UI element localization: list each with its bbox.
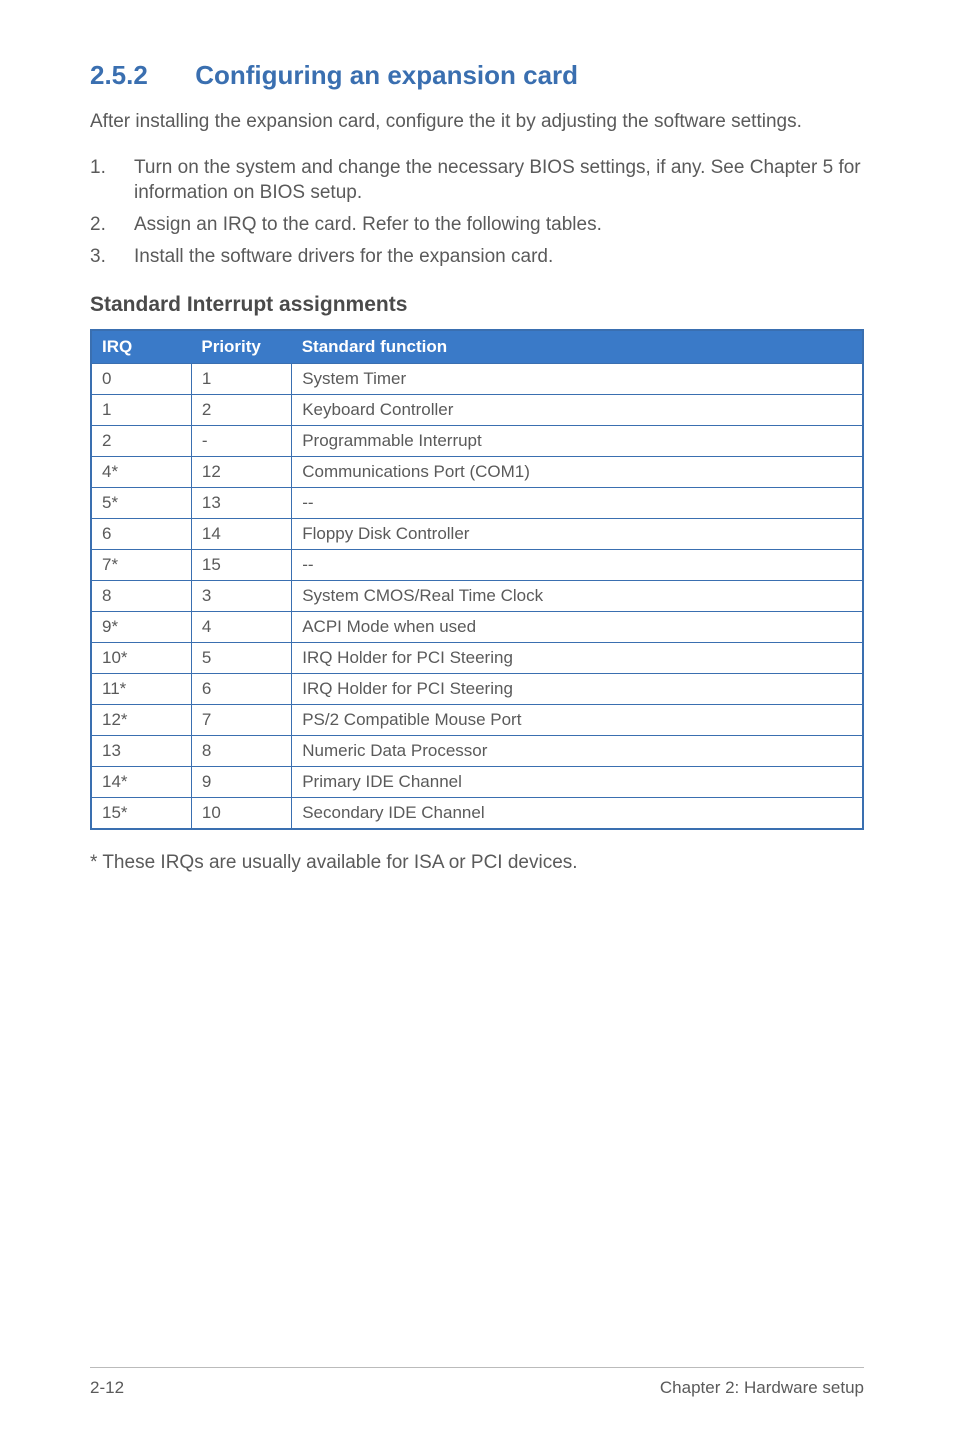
footer-page-number: 2-12 xyxy=(90,1378,124,1398)
header-priority: Priority xyxy=(191,330,291,364)
steps-list: 1. Turn on the system and change the nec… xyxy=(90,155,864,270)
step-item: 1. Turn on the system and change the nec… xyxy=(90,155,864,206)
step-text: Turn on the system and change the necess… xyxy=(134,155,864,206)
table-row: 4*12Communications Port (COM1) xyxy=(91,457,863,488)
table-row: 01System Timer xyxy=(91,364,863,395)
cell-func: -- xyxy=(292,550,863,581)
table-header-row: IRQ Priority Standard function xyxy=(91,330,863,364)
cell-irq: 11* xyxy=(91,674,191,705)
cell-irq: 8 xyxy=(91,581,191,612)
cell-irq: 13 xyxy=(91,736,191,767)
irq-table: IRQ Priority Standard function 01System … xyxy=(90,329,864,830)
cell-irq: 12* xyxy=(91,705,191,736)
cell-priority: 2 xyxy=(191,395,291,426)
cell-irq: 5* xyxy=(91,488,191,519)
table-body: 01System Timer12Keyboard Controller2-Pro… xyxy=(91,364,863,830)
cell-irq: 0 xyxy=(91,364,191,395)
cell-irq: 7* xyxy=(91,550,191,581)
cell-priority: 1 xyxy=(191,364,291,395)
cell-priority: - xyxy=(191,426,291,457)
header-function: Standard function xyxy=(292,330,863,364)
cell-func: Numeric Data Processor xyxy=(292,736,863,767)
footer-chapter: Chapter 2: Hardware setup xyxy=(660,1378,864,1398)
cell-irq: 1 xyxy=(91,395,191,426)
section-heading: 2.5.2 Configuring an expansion card xyxy=(90,60,864,91)
cell-irq: 4* xyxy=(91,457,191,488)
cell-func: ACPI Mode when used xyxy=(292,612,863,643)
cell-irq: 2 xyxy=(91,426,191,457)
cell-func: IRQ Holder for PCI Steering xyxy=(292,674,863,705)
cell-priority: 7 xyxy=(191,705,291,736)
cell-func: Communications Port (COM1) xyxy=(292,457,863,488)
step-text: Assign an IRQ to the card. Refer to the … xyxy=(134,212,864,238)
cell-func: Floppy Disk Controller xyxy=(292,519,863,550)
header-irq: IRQ xyxy=(91,330,191,364)
cell-priority: 6 xyxy=(191,674,291,705)
step-number: 2. xyxy=(90,212,134,238)
section-title: Configuring an expansion card xyxy=(195,60,578,90)
table-row: 11*6IRQ Holder for PCI Steering xyxy=(91,674,863,705)
table-row: 12Keyboard Controller xyxy=(91,395,863,426)
table-row: 9*4ACPI Mode when used xyxy=(91,612,863,643)
table-row: 15*10Secondary IDE Channel xyxy=(91,798,863,830)
cell-irq: 6 xyxy=(91,519,191,550)
cell-func: Primary IDE Channel xyxy=(292,767,863,798)
cell-func: Secondary IDE Channel xyxy=(292,798,863,830)
cell-func: Keyboard Controller xyxy=(292,395,863,426)
table-row: 10*5IRQ Holder for PCI Steering xyxy=(91,643,863,674)
cell-irq: 15* xyxy=(91,798,191,830)
cell-irq: 14* xyxy=(91,767,191,798)
cell-irq: 10* xyxy=(91,643,191,674)
cell-func: IRQ Holder for PCI Steering xyxy=(292,643,863,674)
table-row: 14*9Primary IDE Channel xyxy=(91,767,863,798)
table-row: 138Numeric Data Processor xyxy=(91,736,863,767)
step-number: 3. xyxy=(90,244,134,270)
cell-priority: 9 xyxy=(191,767,291,798)
cell-priority: 10 xyxy=(191,798,291,830)
cell-priority: 15 xyxy=(191,550,291,581)
intro-paragraph: After installing the expansion card, con… xyxy=(90,109,864,135)
table-row: 614Floppy Disk Controller xyxy=(91,519,863,550)
cell-priority: 8 xyxy=(191,736,291,767)
page-footer: 2-12 Chapter 2: Hardware setup xyxy=(90,1367,864,1398)
step-text: Install the software drivers for the exp… xyxy=(134,244,864,270)
cell-priority: 5 xyxy=(191,643,291,674)
step-number: 1. xyxy=(90,155,134,206)
step-item: 3. Install the software drivers for the … xyxy=(90,244,864,270)
footnote: * These IRQs are usually available for I… xyxy=(90,852,864,874)
cell-priority: 12 xyxy=(191,457,291,488)
subheading: Standard Interrupt assignments xyxy=(90,293,864,317)
cell-priority: 3 xyxy=(191,581,291,612)
table-row: 5*13-- xyxy=(91,488,863,519)
cell-func: System Timer xyxy=(292,364,863,395)
cell-priority: 4 xyxy=(191,612,291,643)
cell-func: System CMOS/Real Time Clock xyxy=(292,581,863,612)
step-item: 2. Assign an IRQ to the card. Refer to t… xyxy=(90,212,864,238)
table-row: 83System CMOS/Real Time Clock xyxy=(91,581,863,612)
cell-func: PS/2 Compatible Mouse Port xyxy=(292,705,863,736)
cell-func: Programmable Interrupt xyxy=(292,426,863,457)
section-number: 2.5.2 xyxy=(90,60,188,91)
table-row: 7*15-- xyxy=(91,550,863,581)
cell-priority: 13 xyxy=(191,488,291,519)
table-row: 12*7PS/2 Compatible Mouse Port xyxy=(91,705,863,736)
cell-irq: 9* xyxy=(91,612,191,643)
cell-priority: 14 xyxy=(191,519,291,550)
table-row: 2-Programmable Interrupt xyxy=(91,426,863,457)
cell-func: -- xyxy=(292,488,863,519)
